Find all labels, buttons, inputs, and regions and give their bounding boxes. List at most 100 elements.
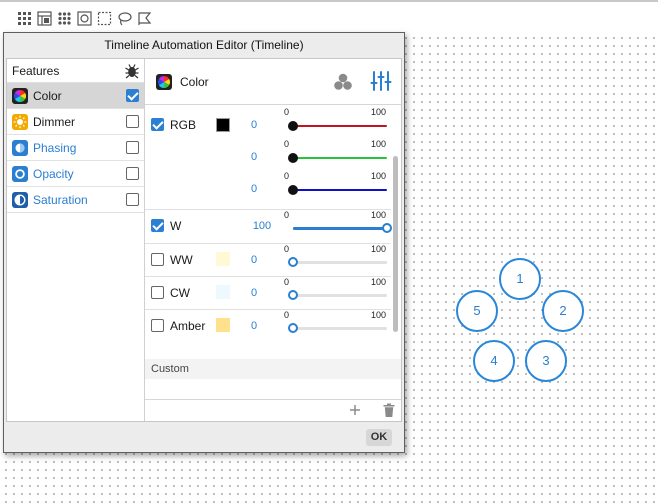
feature-item-saturation[interactable]: Saturation [7, 187, 144, 213]
saturation-icon [12, 192, 28, 208]
channel-checkbox-cw[interactable] [151, 286, 164, 299]
amber-slider-knob[interactable] [288, 323, 298, 333]
channel-row-w: W 100 0 100 [145, 210, 392, 244]
feature-label: Phasing [33, 141, 77, 155]
cw-slider-knob[interactable] [288, 290, 298, 300]
channel-name: RGB [170, 118, 197, 132]
amber-slider-track[interactable] [293, 327, 387, 330]
cw-swatch[interactable] [216, 285, 230, 299]
dialog-footer: OK [4, 422, 404, 453]
feature-checkbox-opacity[interactable] [126, 167, 139, 180]
green-slider-track[interactable] [293, 157, 387, 159]
channel-checkbox-amber[interactable] [151, 319, 164, 332]
add-icon[interactable] [346, 401, 364, 419]
fixture-3[interactable]: 3 [525, 340, 567, 382]
blue-max: 100 [371, 171, 387, 181]
fixture-5[interactable]: 5 [456, 290, 498, 332]
feature-label: Dimmer [33, 115, 75, 129]
pane-footer [145, 399, 401, 421]
channel-row-ww: WW 0 0 100 [145, 244, 391, 277]
amber-swatch[interactable] [216, 318, 230, 332]
amber-value[interactable]: 0 [239, 320, 269, 332]
channel-row-amber: Amber 0 0 100 [145, 310, 391, 343]
layout-icon[interactable] [37, 11, 52, 26]
channel-checkbox-ww[interactable] [151, 253, 164, 266]
opacity-icon [12, 166, 28, 182]
w-min: 0 [284, 210, 290, 220]
channel-row-cw: CW 0 0 100 [145, 277, 391, 310]
channel-name: W [170, 219, 182, 233]
cw-value[interactable]: 0 [239, 287, 269, 299]
feature-item-opacity[interactable]: Opacity [7, 161, 144, 187]
w-value[interactable]: 100 [247, 220, 277, 232]
green-min: 0 [284, 139, 290, 149]
feature-item-dimmer[interactable]: Dimmer [7, 109, 144, 135]
flag-icon[interactable] [137, 11, 152, 26]
red-slider-knob[interactable] [288, 121, 298, 131]
amber-max: 100 [371, 310, 387, 320]
blue-value[interactable]: 0 [239, 183, 269, 195]
blue-slider-knob[interactable] [288, 185, 298, 195]
channel-pane: Color RGB 0 0 100 0 0 100 0 0 100 W 100 … [145, 59, 401, 421]
color-wheel-icon [156, 74, 172, 90]
blue-slider-track[interactable] [293, 189, 387, 191]
feature-checkbox-color[interactable] [126, 89, 139, 102]
group-grid-icon[interactable] [57, 11, 72, 26]
bug-icon[interactable] [124, 63, 140, 79]
features-panel: Features Color Dimmer Phasing Opacity Sa… [7, 59, 145, 421]
ww-max: 100 [371, 244, 387, 254]
transform-icon[interactable] [77, 11, 92, 26]
feature-checkbox-saturation[interactable] [126, 193, 139, 206]
fixture-2[interactable]: 2 [542, 290, 584, 332]
channel-name: CW [170, 286, 190, 300]
amber-min: 0 [284, 310, 290, 320]
green-value[interactable]: 0 [239, 151, 269, 163]
cw-slider-track[interactable] [293, 294, 387, 297]
select-rect-icon[interactable] [97, 11, 112, 26]
ww-slider-knob[interactable] [288, 257, 298, 267]
channel-row-rgb: RGB 0 0 100 0 0 100 0 0 100 [145, 105, 391, 210]
fixture-1[interactable]: 1 [499, 258, 541, 300]
channel-checkbox-rgb[interactable] [151, 118, 164, 131]
w-slider-knob[interactable] [382, 223, 392, 233]
features-title: Features [12, 64, 60, 78]
channel-scrollbar[interactable] [393, 156, 398, 332]
lasso-icon[interactable] [117, 11, 132, 26]
cw-max: 100 [371, 277, 387, 287]
dialog-title: Timeline Automation Editor (Timeline) [104, 38, 304, 52]
ok-button[interactable]: OK [366, 429, 392, 446]
color-presets-icon[interactable] [333, 72, 353, 92]
toolbar [0, 0, 658, 33]
feature-item-phasing[interactable]: Phasing [7, 135, 144, 161]
w-slider-track[interactable] [293, 227, 387, 230]
custom-section-header: Custom [145, 359, 401, 379]
phasing-icon [12, 140, 28, 156]
channel-name: Amber [170, 319, 206, 333]
green-slider-knob[interactable] [288, 153, 298, 163]
dialog-body: Features Color Dimmer Phasing Opacity Sa… [6, 58, 402, 422]
channel-list: RGB 0 0 100 0 0 100 0 0 100 W 100 0 100 … [145, 105, 401, 355]
grid-icon[interactable] [17, 11, 32, 26]
red-max: 100 [371, 107, 387, 117]
features-header: Features [7, 59, 144, 83]
rgb-swatch[interactable] [216, 118, 230, 132]
red-min: 0 [284, 107, 290, 117]
feature-checkbox-dimmer[interactable] [126, 115, 139, 128]
fixture-4[interactable]: 4 [473, 340, 515, 382]
sliders-icon[interactable] [370, 70, 392, 92]
sun-icon [12, 114, 28, 130]
color-wheel-icon [12, 88, 28, 104]
red-value[interactable]: 0 [239, 119, 269, 131]
channel-name: WW [170, 253, 193, 267]
ww-value[interactable]: 0 [239, 254, 269, 266]
feature-label: Color [33, 89, 62, 103]
blue-min: 0 [284, 171, 290, 181]
channel-checkbox-w[interactable] [151, 219, 164, 232]
feature-item-color[interactable]: Color [7, 83, 144, 109]
ww-slider-track[interactable] [293, 261, 387, 264]
green-max: 100 [371, 139, 387, 149]
trash-icon[interactable] [381, 402, 397, 418]
feature-checkbox-phasing[interactable] [126, 141, 139, 154]
ww-swatch[interactable] [216, 252, 230, 266]
red-slider-track[interactable] [293, 125, 387, 127]
